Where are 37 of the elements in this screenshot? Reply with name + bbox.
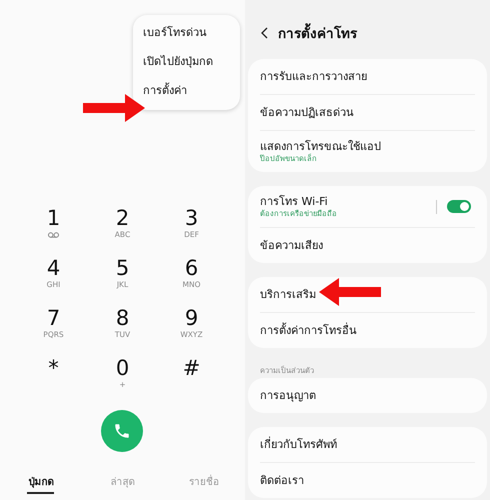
setting-item[interactable]: การโทร Wi-Fi [260,194,436,208]
key-digit: * [48,356,59,380]
setting-item[interactable]: บริการเสริม [260,288,475,302]
key-digit: 7 [46,306,60,330]
key-digit: 3 [184,206,198,230]
setting-item[interactable]: เกี่ยวกับโทรศัพท์ [260,438,475,452]
key-digit: 5 [116,256,130,280]
screen-title: การตั้งค่าโทร [278,22,357,44]
key-digit: 8 [116,306,130,330]
voicemail-icon [48,232,59,238]
menu-item[interactable]: เบอร์โทรด่วน [143,26,207,40]
phone-icon [113,422,131,440]
setting-item[interactable]: ข้อความเสียง [260,238,475,252]
setting-item[interactable]: แสดงการโทรขณะใช้แอป [260,140,475,154]
menu-item[interactable]: เปิดไปยังปุ่มกด [143,55,213,69]
setting-item[interactable]: ข้อความปฏิเสธด่วน [260,106,475,120]
key-digit: 4 [46,256,60,280]
pointer-arrow [319,278,381,306]
dial-key[interactable]: * [19,356,88,406]
key-digit: 6 [184,256,198,280]
call-button[interactable] [101,410,143,452]
key-digit: 0 [116,356,130,380]
setting-item[interactable]: การตั้งค่าการโทรอื่น [260,324,475,338]
dial-key[interactable]: 1 [19,206,88,256]
key-digit: 2 [116,206,130,230]
setting-item[interactable]: ติดต่อเรา [260,474,475,488]
toggle-switch[interactable] [447,200,471,213]
menu-item[interactable]: การตั้งค่า [143,84,187,98]
key-digit: 9 [184,306,198,330]
key-digit: # [182,356,200,380]
back-icon[interactable] [261,27,268,39]
tab[interactable]: ปุ่มกด [27,472,54,494]
pointer-arrow [83,94,145,122]
dial-key[interactable]: # [157,356,226,406]
setting-item[interactable]: การอนุญาต [260,388,475,402]
key-digit: 1 [46,206,60,230]
setting-item[interactable]: การรับและการวางสาย [260,70,475,84]
